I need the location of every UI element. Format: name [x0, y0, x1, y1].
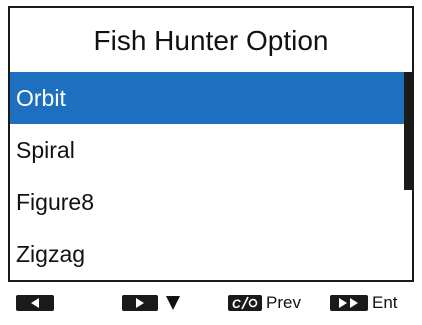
- scrollbar-thumb[interactable]: [404, 72, 412, 190]
- menu-item-label: Spiral: [16, 137, 75, 163]
- softkey-enter-label: Ent: [372, 293, 398, 312]
- menu-item-label: Figure8: [16, 189, 94, 215]
- menu-item-zigzag[interactable]: Zigzag: [10, 228, 406, 280]
- menu-item-label: Orbit: [16, 85, 66, 111]
- menu-item-label: Zigzag: [16, 241, 86, 267]
- svg-text:C: C: [232, 297, 241, 310]
- softkey-enter[interactable]: Ent: [330, 288, 398, 318]
- page-title: Fish Hunter Option: [93, 25, 329, 56]
- softkey-bar: C Prev Ent: [0, 288, 422, 318]
- right-arrow-key-icon: [122, 295, 158, 311]
- dialog-frame: Fish Hunter Option Orbit Spiral Figure8 …: [8, 6, 414, 282]
- softkey-prev[interactable]: C Prev: [228, 288, 301, 318]
- menu-item-figure8[interactable]: Figure8: [10, 176, 406, 228]
- menu-item-orbit[interactable]: Orbit: [10, 72, 406, 124]
- scrollbar[interactable]: [404, 72, 412, 280]
- softkey-prev-label: Prev: [266, 293, 301, 312]
- menu-item-spiral[interactable]: Spiral: [10, 124, 406, 176]
- softkey-down[interactable]: [122, 288, 180, 318]
- down-arrow-icon: [166, 296, 180, 310]
- double-arrow-key-icon: [330, 295, 368, 311]
- clear-key-icon: C: [228, 295, 262, 311]
- softkey-left[interactable]: [16, 288, 54, 318]
- option-menu: Orbit Spiral Figure8 Zigzag: [10, 72, 406, 280]
- left-arrow-key-icon: [16, 295, 54, 311]
